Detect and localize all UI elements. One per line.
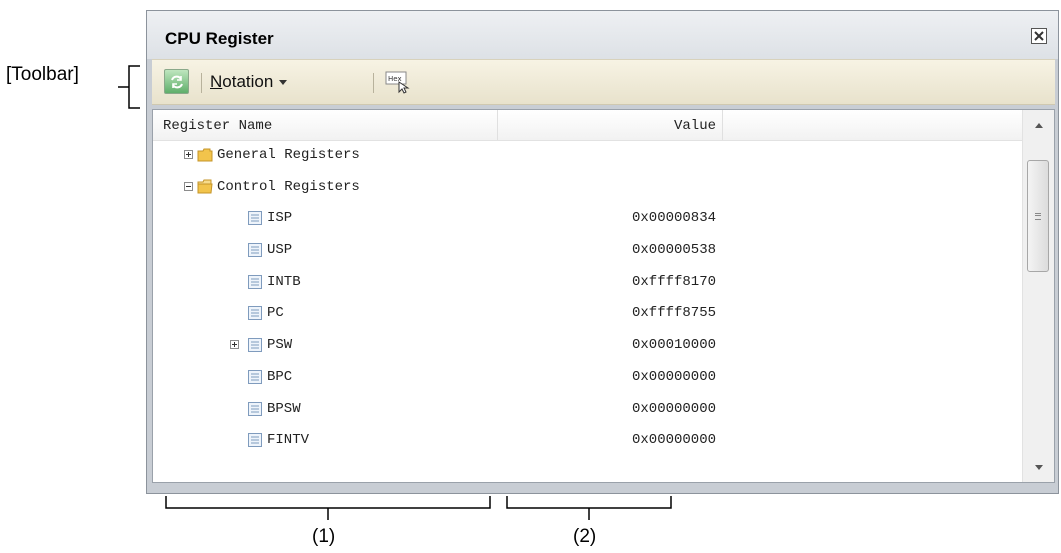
register-name: BPSW (267, 400, 301, 417)
expand-icon[interactable] (184, 150, 193, 159)
cpu-register-panel: CPU Register Notation Hex Register Name … (146, 10, 1059, 494)
register-value: 0x00000000 (631, 400, 716, 417)
register-icon (248, 401, 262, 416)
register-value: 0xffff8755 (631, 305, 716, 322)
register-icon (248, 433, 262, 448)
hex-icon: Hex (385, 71, 410, 94)
notation-label: otation (222, 72, 274, 91)
register-value: 0x00000000 (631, 368, 716, 385)
register-row[interactable]: USP 0x00000538 (153, 235, 1022, 267)
register-name: BPC (267, 368, 293, 385)
register-icon (248, 274, 262, 289)
panel-title: CPU Register (165, 29, 274, 48)
register-value: 0x00000000 (631, 432, 716, 449)
column-1-annotation-label: (1) (312, 526, 336, 547)
scroll-up-button[interactable] (1023, 110, 1054, 140)
register-row[interactable]: PC 0xffff8755 (153, 298, 1022, 330)
register-name: General Registers (217, 147, 360, 163)
folder-icon (197, 148, 213, 162)
expand-icon[interactable] (230, 340, 239, 350)
toolbar-annotation-label: [Toolbar] (6, 64, 79, 85)
toolbar: Notation Hex (152, 59, 1055, 105)
column-header-register-name[interactable]: Register Name (163, 118, 272, 134)
hex-button[interactable]: Hex (385, 70, 411, 94)
column-divider[interactable] (722, 110, 723, 140)
vertical-scrollbar[interactable] (1022, 110, 1054, 482)
register-name: USP (267, 242, 293, 259)
toolbar-annotation-bracket (118, 65, 140, 109)
register-value: 0x00000538 (631, 242, 716, 259)
toolbar-separator (201, 73, 202, 93)
register-rows: General Registers Control Registers ISP … (153, 140, 1022, 457)
register-grid: Register Name Value General Registers Co… (152, 109, 1055, 483)
collapse-icon[interactable] (184, 181, 193, 191)
notation-accelerator: N (210, 72, 223, 91)
register-row[interactable]: PSW 0x00010000 (153, 330, 1022, 362)
chevron-up-icon (1034, 122, 1043, 128)
register-name: INTB (267, 273, 301, 290)
refresh-icon (170, 75, 183, 88)
register-name: FINTV (267, 432, 310, 449)
grip-icon (1035, 213, 1041, 220)
column-header-value[interactable]: Value (498, 118, 716, 134)
column-2-annotation-label: (2) (573, 526, 597, 547)
register-row[interactable]: BPC 0x00000000 (153, 362, 1022, 394)
register-icon (248, 338, 262, 353)
scroll-thumb[interactable] (1027, 160, 1049, 272)
chevron-down-icon (1034, 464, 1043, 470)
register-icon (248, 211, 262, 226)
register-group-row[interactable]: General Registers (153, 140, 1022, 172)
toolbar-separator (373, 73, 374, 93)
register-icon (248, 243, 262, 258)
close-icon[interactable] (1031, 28, 1047, 44)
grid-header: Register Name Value (153, 110, 1022, 141)
register-name: ISP (267, 210, 293, 227)
folder-open-icon (197, 179, 213, 194)
chevron-down-icon (279, 79, 288, 85)
register-row[interactable]: FINTV 0x00000000 (153, 425, 1022, 457)
register-icon (248, 306, 262, 321)
panel-titlebar: CPU Register (147, 11, 1058, 59)
register-row[interactable]: INTB 0xffff8170 (153, 267, 1022, 299)
register-icon (248, 369, 262, 384)
register-value: 0x00010000 (631, 337, 716, 354)
register-group-row[interactable]: Control Registers (153, 172, 1022, 204)
refresh-button[interactable] (164, 69, 189, 94)
register-name: PSW (267, 337, 293, 354)
notation-dropdown-button[interactable]: Notation (210, 70, 288, 94)
register-value: 0xffff8170 (631, 273, 716, 290)
register-row[interactable]: BPSW 0x00000000 (153, 394, 1022, 426)
register-name: Control Registers (217, 178, 360, 195)
register-value: 0x00000834 (631, 210, 716, 227)
register-row[interactable]: ISP 0x00000834 (153, 203, 1022, 235)
scroll-down-button[interactable] (1023, 452, 1054, 482)
register-name: PC (267, 305, 284, 322)
